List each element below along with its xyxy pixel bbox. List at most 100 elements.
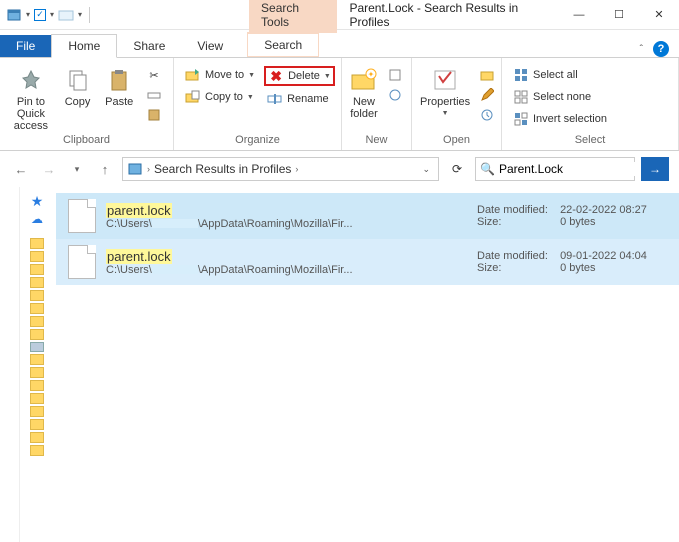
easy-access-icon [387,87,403,103]
easy-access-button[interactable] [384,86,406,104]
paste-button[interactable]: Paste [101,66,137,108]
onedrive-icon[interactable]: ☁ [31,212,43,226]
tab-share[interactable]: Share [117,35,181,57]
tree-folder-icon[interactable] [30,238,44,249]
tab-search[interactable]: Search [247,32,319,57]
tree-folder-icon[interactable] [30,393,44,404]
select-all-icon [513,67,529,83]
tree-folder-icon[interactable] [30,419,44,430]
delete-button[interactable]: ✖Delete▼ [264,66,335,86]
qat-overflow-icon[interactable]: ▾ [78,10,82,19]
tree-folder-icon[interactable] [30,367,44,378]
move-to-button[interactable]: Move to▼ [182,66,258,84]
search-input[interactable] [499,162,654,176]
tree-drive-icon[interactable] [30,342,44,352]
rename-button[interactable]: Rename [264,90,335,108]
search-go-button[interactable]: → [641,157,669,181]
recent-locations-button[interactable]: ▾ [66,158,88,180]
properties-button[interactable]: Properties ▼ [420,66,470,117]
new-folder-button[interactable]: ✦ New folder [350,66,378,120]
open-icon [479,67,495,83]
breadcrumb-dropdown-icon[interactable]: ⌄ [418,164,434,175]
result-row[interactable]: parent.lock C:\Users\\AppData\Roaming\Mo… [56,193,679,239]
svg-text:✦: ✦ [368,70,375,79]
tree-folder-icon[interactable] [30,406,44,417]
properties-icon [431,66,459,94]
tab-view[interactable]: View [181,35,239,57]
results-list[interactable]: parent.lock C:\Users\\AppData\Roaming\Mo… [54,187,679,542]
open-button[interactable] [476,66,498,84]
group-label-select: Select [510,132,670,150]
search-icon: 🔍 [480,162,495,176]
tree-folder-icon[interactable] [30,354,44,365]
breadcrumb-text[interactable]: Search Results in Profiles [154,162,291,176]
breadcrumb-arrow-icon[interactable]: › [295,164,298,174]
result-row[interactable]: parent.lock C:\Users\\AppData\Roaming\Mo… [56,239,679,285]
tab-home[interactable]: Home [51,34,117,58]
file-name: parent.lock [106,203,467,218]
copy-path-button[interactable] [143,86,165,104]
search-box[interactable]: 🔍 × [475,157,635,181]
refresh-button[interactable]: ⟳ [445,157,469,181]
select-all-button[interactable]: Select all [510,66,610,84]
tree-folder-icon[interactable] [30,380,44,391]
nav-tree[interactable]: ★ ☁ [20,187,54,542]
up-button[interactable]: ↑ [94,158,116,180]
help-icon[interactable]: ? [653,41,669,57]
invert-selection-button[interactable]: Invert selection [510,110,610,128]
paste-shortcut-button[interactable] [143,106,165,124]
explorer-icon [6,7,22,23]
paste-icon [105,66,133,94]
file-path: C:\Users\\AppData\Roaming\Mozilla\Fir... [106,264,467,276]
forward-button[interactable]: → [38,158,60,180]
new-item-icon [387,67,403,83]
tree-folder-icon[interactable] [30,316,44,327]
group-label-open: Open [420,132,493,150]
history-button[interactable] [476,106,498,124]
quick-access-toolbar: ▾ ✓ ▾ ▾ [0,7,99,23]
nav-pane-scroll[interactable] [0,187,20,542]
breadcrumb-arrow-icon[interactable]: › [147,164,150,174]
maximize-button[interactable]: ☐ [599,0,639,30]
history-icon [479,107,495,123]
copy-to-icon [185,89,201,105]
qat-check-dropdown-icon[interactable]: ▾ [50,10,54,19]
copy-button[interactable]: Copy [60,66,96,108]
close-button[interactable]: ✕ [639,0,679,30]
tree-folder-icon[interactable] [30,329,44,340]
dropdown-icon: ▼ [247,94,254,101]
file-icon [68,245,96,279]
tree-folder-icon[interactable] [30,251,44,262]
tab-file[interactable]: File [0,35,51,57]
tree-folder-icon[interactable] [30,277,44,288]
tree-folder-icon[interactable] [30,432,44,443]
qat-folder-icon[interactable] [58,7,74,23]
new-item-button[interactable] [384,66,406,84]
qat-dropdown-icon[interactable]: ▾ [26,10,30,19]
ribbon: Pin to Quick access Copy Paste ✂ Clipboa… [0,58,679,151]
ribbon-collapse-icon[interactable]: ˆ [640,44,643,55]
cut-icon: ✂ [146,67,162,83]
qat-separator [89,7,90,23]
edit-button[interactable] [476,86,498,104]
file-meta: Date modified: 22-02-2022 08:27 Size: 0 … [477,204,667,228]
copy-path-icon [146,87,162,103]
tree-folder-icon[interactable] [30,303,44,314]
back-button[interactable]: ← [10,158,32,180]
file-name: parent.lock [106,249,467,264]
copy-to-button[interactable]: Copy to▼ [182,88,258,106]
pin-to-quick-access-button[interactable]: Pin to Quick access [8,66,54,132]
qat-check-icon[interactable]: ✓ [34,9,46,21]
invert-selection-icon [513,111,529,127]
cut-button[interactable]: ✂ [143,66,165,84]
select-none-icon [513,89,529,105]
quick-access-icon[interactable]: ★ [31,193,44,210]
contextual-tab-search-tools: Search Tools [249,0,337,33]
tree-folder-icon[interactable] [30,445,44,456]
select-none-button[interactable]: Select none [510,88,610,106]
minimize-button[interactable]: ― [559,0,599,30]
breadcrumb[interactable]: › Search Results in Profiles › ⌄ [122,157,439,181]
tree-folder-icon[interactable] [30,290,44,301]
delete-icon: ✖ [268,68,284,84]
tree-folder-icon[interactable] [30,264,44,275]
